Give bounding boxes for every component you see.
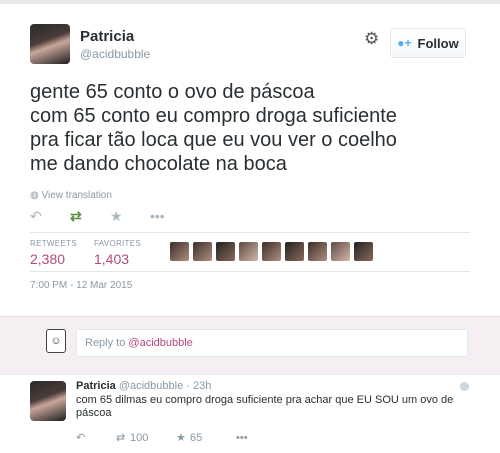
follow-button[interactable]: ●+ Follow (390, 28, 466, 58)
gear-icon[interactable]: ⚙ (364, 30, 382, 48)
tweet-text: gente 65 conto o ovo de páscoa com 65 co… (30, 81, 397, 175)
tweet-timestamp[interactable]: 7:00 PM - 12 Mar 2015 (30, 280, 132, 291)
globe-icon: ◍ (30, 190, 39, 201)
reply-text: com 65 dilmas eu compro droga suficiente… (76, 394, 454, 419)
reply-composer: ☺ Reply to @acidbubble (0, 316, 500, 375)
follow-label: Follow (417, 35, 459, 51)
avatar[interactable] (170, 242, 189, 261)
retweet-count: 100 (130, 431, 149, 444)
avatar[interactable] (262, 242, 281, 261)
reply-icon[interactable]: ↶ (76, 431, 116, 444)
avatar[interactable] (308, 242, 327, 261)
user-handle[interactable]: @acidbubble (80, 47, 150, 61)
tweet-main: Patricia @acidbubble ⚙ ●+ Follow gente 6… (0, 4, 500, 314)
avatar[interactable] (354, 242, 373, 261)
avatar[interactable] (331, 242, 350, 261)
favoriter-avatars (170, 242, 373, 261)
favorite-count: 65 (190, 431, 203, 444)
reply-input[interactable]: Reply to @acidbubble (76, 329, 468, 357)
avatar[interactable] (193, 242, 212, 261)
tweet-stats: RETWEETS 2,380 FAVORITES 1,403 (30, 232, 470, 272)
tweet-actions: ↶ ⇄ ★ ••• (30, 208, 190, 224)
status-dot (460, 382, 469, 391)
favorites-stat[interactable]: FAVORITES 1,403 (94, 239, 141, 267)
retweets-stat[interactable]: RETWEETS 2,380 (30, 239, 77, 267)
add-user-icon: ●+ (397, 36, 412, 50)
favorite-icon[interactable]: ★ (110, 208, 150, 224)
favorite-icon[interactable]: ★ (176, 431, 190, 444)
reply-actions: ↶ ⇄ 100 ★ 65 ••• (76, 431, 248, 445)
avatar[interactable] (239, 242, 258, 261)
retweet-icon[interactable]: ⇄ (70, 208, 110, 224)
avatar[interactable] (285, 242, 304, 261)
reply-author[interactable]: Patricia @acidbubble · 23h (76, 380, 211, 392)
view-translation-link[interactable]: ◍ View translation (30, 190, 112, 201)
retweet-icon[interactable]: ⇄ (116, 431, 130, 444)
reply-icon[interactable]: ↶ (30, 208, 70, 224)
reply-tweet[interactable]: Patricia @acidbubble · 23h com 65 dilmas… (0, 374, 500, 453)
more-icon[interactable]: ••• (236, 432, 248, 444)
more-icon[interactable]: ••• (150, 208, 190, 224)
avatar[interactable] (216, 242, 235, 261)
avatar[interactable] (30, 381, 66, 421)
avatar[interactable] (30, 24, 70, 64)
user-name[interactable]: Patricia (80, 28, 134, 45)
user-avatar-icon: ☺ (46, 329, 66, 353)
